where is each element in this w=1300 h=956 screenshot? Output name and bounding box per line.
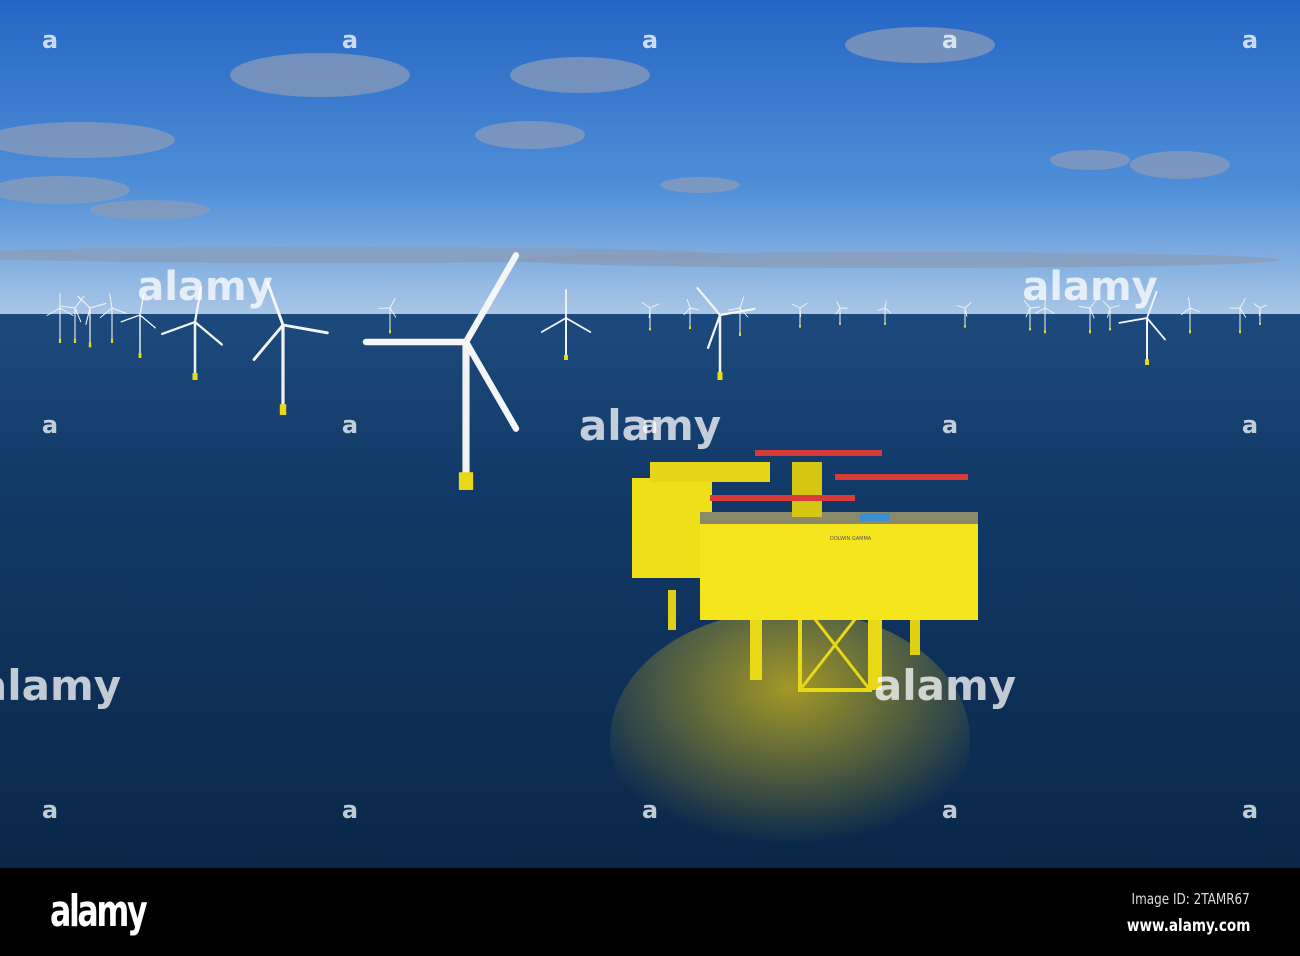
watermark-letter: a — [942, 796, 958, 824]
cloud — [1130, 151, 1230, 179]
watermark-letter: a — [342, 796, 358, 824]
alamy-logo[interactable]: alamy — [50, 886, 148, 937]
watermark: alamy — [137, 264, 272, 310]
footer-bar: alamy Image ID: 2TAMR67 www.alamy.com — [0, 868, 1300, 956]
watermark: alamy — [874, 661, 1016, 710]
cloud — [1050, 150, 1130, 170]
watermark-letter: a — [642, 411, 658, 439]
watermark-letter: a — [942, 411, 958, 439]
watermark-letter: a — [42, 796, 58, 824]
cloud — [230, 53, 410, 97]
cloud — [90, 200, 210, 220]
watermark-letter: a — [642, 796, 658, 824]
watermark-letter: a — [42, 411, 58, 439]
watermark-letter: a — [1242, 26, 1258, 54]
cloud — [520, 252, 1280, 268]
website-link[interactable]: www.alamy.com — [1126, 916, 1250, 936]
watermark-letter: a — [342, 26, 358, 54]
watermark-letter: a — [342, 411, 358, 439]
watermark-letter: a — [1242, 796, 1258, 824]
wind-farm-photo: DOLWIN GAMMA alamyalamyalamyalamyalamyaa… — [0, 0, 1300, 868]
watermark-letter: a — [642, 26, 658, 54]
watermark-letter: a — [942, 26, 958, 54]
cloud — [845, 27, 995, 63]
stock-photo: DOLWIN GAMMA alamy alamy alamy alamy alamy a a… — [0, 0, 1300, 956]
cloud — [510, 57, 650, 93]
watermark: alamy — [1022, 264, 1157, 310]
watermark-letter: a — [42, 26, 58, 54]
cloud — [660, 177, 740, 193]
watermark-letter: a — [1242, 411, 1258, 439]
watermark: alamy — [0, 661, 121, 710]
platform-label: DOLWIN GAMMA — [830, 536, 872, 542]
image-id: Image ID: 2TAMR67 — [1131, 890, 1250, 908]
cloud — [475, 121, 585, 149]
